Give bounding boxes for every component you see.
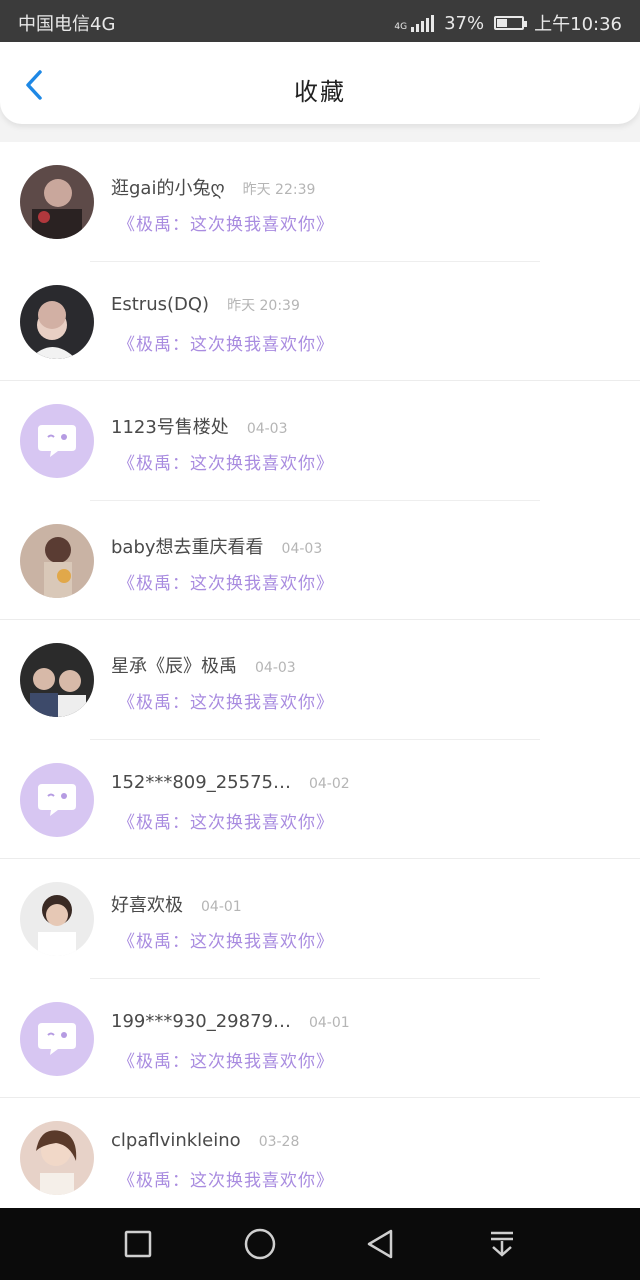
- favorites-list: 逛gai的小兔ღ 昨天 22:39 《极禹：这次换我喜欢你》 Estrus(DQ…: [0, 142, 640, 1208]
- avatar[interactable]: [20, 523, 94, 598]
- status-right: 4G 37% 上午10:36: [394, 10, 622, 36]
- name-line: baby想去重庆看看 04-03: [111, 533, 322, 559]
- list-item[interactable]: 星承《辰》极禹 04-03 《极禹：这次换我喜欢你》: [0, 620, 640, 740]
- list-item[interactable]: clpaflvinkleino 03-28 《极禹：这次换我喜欢你》: [0, 1098, 640, 1208]
- pull-down-icon: [491, 1231, 513, 1257]
- timestamp: 昨天 22:39: [242, 182, 316, 198]
- avatar[interactable]: [20, 643, 94, 717]
- list-item[interactable]: 1123号售楼处 04-03 《极禹：这次换我喜欢你》: [0, 381, 640, 501]
- name-line: clpaflvinkleino 03-28: [111, 1130, 299, 1151]
- status-bar: 中国电信4G 4G 37% 上午10:36: [0, 0, 640, 42]
- battery-fill: [497, 19, 507, 27]
- user-name: 逛gai的小兔ღ: [111, 178, 225, 199]
- square-icon: [124, 1230, 152, 1258]
- name-line: 逛gai的小兔ღ 昨天 22:39: [111, 174, 315, 200]
- user-name: 好喜欢极: [111, 895, 183, 916]
- avatar[interactable]: [20, 404, 94, 478]
- carrier-label: 中国电信4G: [18, 14, 116, 35]
- name-line: 好喜欢极 04-01: [111, 891, 242, 917]
- name-line: 1123号售楼处 04-03: [111, 413, 288, 439]
- chat-bubble-icon: [38, 1022, 76, 1055]
- list-item[interactable]: 逛gai的小兔ღ 昨天 22:39 《极禹：这次换我喜欢你》: [0, 142, 640, 262]
- list-item[interactable]: Estrus(DQ) 昨天 20:39 《极禹：这次换我喜欢你》: [0, 262, 640, 381]
- story-title: 《极禹：这次换我喜欢你》: [118, 334, 334, 355]
- list-item[interactable]: 199***930_29879… 04-01 《极禹：这次换我喜欢你》: [0, 979, 640, 1098]
- user-name: clpaflvinkleino: [111, 1130, 241, 1151]
- avatar[interactable]: [20, 882, 94, 956]
- timestamp: 03-28: [258, 1134, 300, 1150]
- story-title: 《极禹：这次换我喜欢你》: [118, 812, 334, 833]
- chat-bubble-icon: [38, 783, 76, 816]
- list-item[interactable]: 152***809_25575… 04-02 《极禹：这次换我喜欢你》: [0, 740, 640, 859]
- avatar[interactable]: [20, 762, 94, 837]
- battery-percent: 37%: [444, 12, 485, 34]
- chat-bubble-icon: [38, 425, 76, 457]
- signal-icon: 4G: [394, 14, 435, 32]
- circle-icon: [244, 1228, 276, 1260]
- name-line: 星承《辰》极禹 04-03: [111, 652, 296, 678]
- user-name: 1123号售楼处: [111, 417, 229, 438]
- back-nav-button[interactable]: [360, 1224, 400, 1264]
- story-title: 《极禹：这次换我喜欢你》: [118, 1171, 334, 1191]
- timestamp: 04-03: [255, 660, 296, 676]
- story-title: 《极禹：这次换我喜欢你》: [118, 1051, 334, 1072]
- timestamp: 04-03: [281, 540, 323, 557]
- timestamp: 昨天 20:39: [227, 297, 300, 314]
- avatar[interactable]: [20, 1121, 94, 1195]
- network-label: 4G: [394, 22, 408, 32]
- name-line: 199***930_29879… 04-01: [111, 1011, 350, 1032]
- user-name: 199***930_29879…: [111, 1010, 291, 1032]
- story-title: 《极禹：这次换我喜欢你》: [118, 454, 334, 474]
- clock: 上午10:36: [534, 14, 622, 35]
- user-name: baby想去重庆看看: [111, 536, 264, 558]
- header: 收藏: [0, 42, 640, 124]
- list-item[interactable]: baby想去重庆看看 04-03 《极禹：这次换我喜欢你》: [0, 501, 640, 620]
- user-name: 152***809_25575…: [111, 771, 291, 793]
- user-name: Estrus(DQ): [111, 293, 210, 315]
- home-button[interactable]: [240, 1224, 280, 1264]
- story-title: 《极禹：这次换我喜欢你》: [118, 215, 334, 235]
- user-name: 星承《辰》极禹: [111, 656, 237, 677]
- notification-button[interactable]: [482, 1224, 522, 1264]
- story-title: 《极禹：这次换我喜欢你》: [118, 693, 334, 713]
- page-title: 收藏: [294, 78, 346, 106]
- battery-icon: [494, 16, 528, 30]
- avatar[interactable]: [20, 1001, 94, 1076]
- recent-apps-button[interactable]: [118, 1224, 158, 1264]
- timestamp: 04-03: [246, 421, 288, 437]
- navigation-bar: [0, 1208, 640, 1280]
- story-title: 《极禹：这次换我喜欢你》: [118, 932, 334, 952]
- timestamp: 04-01: [201, 899, 242, 915]
- list-item[interactable]: 好喜欢极 04-01 《极禹：这次换我喜欢你》: [0, 859, 640, 979]
- name-line: 152***809_25575… 04-02: [111, 772, 350, 793]
- timestamp: 04-02: [308, 775, 350, 792]
- triangle-back-icon: [367, 1229, 393, 1259]
- avatar[interactable]: [20, 165, 94, 239]
- avatar[interactable]: [20, 284, 94, 359]
- timestamp: 04-01: [308, 1014, 350, 1031]
- story-title: 《极禹：这次换我喜欢你》: [118, 573, 334, 594]
- name-line: Estrus(DQ) 昨天 20:39: [111, 294, 300, 315]
